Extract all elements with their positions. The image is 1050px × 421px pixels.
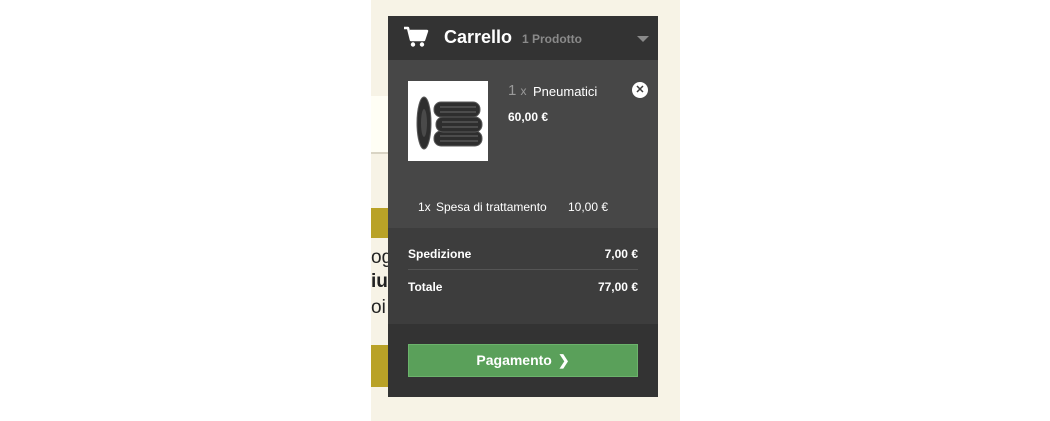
cart-title: Carrello — [444, 27, 513, 47]
cart-header[interactable]: Carrello 1 Prodotto — [388, 16, 658, 60]
item-name[interactable]: Pneumatici — [533, 84, 597, 99]
item-quantity: 1 x — [508, 82, 527, 99]
shipping-label: Spedizione — [408, 247, 472, 261]
chevron-down-icon[interactable] — [637, 36, 649, 42]
product-image[interactable] — [408, 81, 488, 161]
cart-dropdown: Carrello 1 Prodotto 1 x Pneumatici 60,00… — [388, 16, 658, 397]
item-price: 60,00 € — [508, 110, 549, 124]
divider — [408, 269, 638, 270]
close-icon[interactable]: ✕ — [632, 82, 648, 98]
chevron-right-icon: ❯ — [557, 352, 570, 368]
cart-item-count: 1 Prodotto — [522, 32, 582, 46]
page-text-fragment: og — [371, 247, 388, 268]
total-label: Totale — [408, 280, 443, 294]
page-heading-fragment — [371, 208, 388, 238]
item-quantity-value: 1 — [508, 82, 517, 99]
checkout-button-label: Pagamento — [476, 352, 552, 368]
fee-label: Spesa di trattamento — [436, 200, 547, 214]
checkout-button[interactable]: Pagamento ❯ — [408, 344, 638, 377]
page-text-fragment: iu — [371, 271, 388, 292]
cart-items: 1 x Pneumatici 60,00 € ✕ 1x Spesa di tra… — [388, 60, 658, 228]
tires-image — [408, 81, 488, 161]
total-value: 77,00 € — [597, 280, 638, 294]
fee-quantity: 1x — [418, 200, 431, 214]
item-quantity-suffix: x — [520, 84, 527, 98]
shipping-value: 7,00 € — [604, 247, 638, 261]
cart-totals: Spedizione 7,00 € Totale 77,00 € — [388, 228, 658, 324]
checkout-area: Pagamento ❯ — [388, 324, 658, 397]
cart-icon — [404, 26, 429, 47]
page-text-fragment: oi — [371, 297, 386, 318]
page-banner — [371, 96, 388, 154]
fee-price: 10,00 € — [568, 200, 609, 214]
page-button-fragment[interactable] — [371, 345, 388, 387]
